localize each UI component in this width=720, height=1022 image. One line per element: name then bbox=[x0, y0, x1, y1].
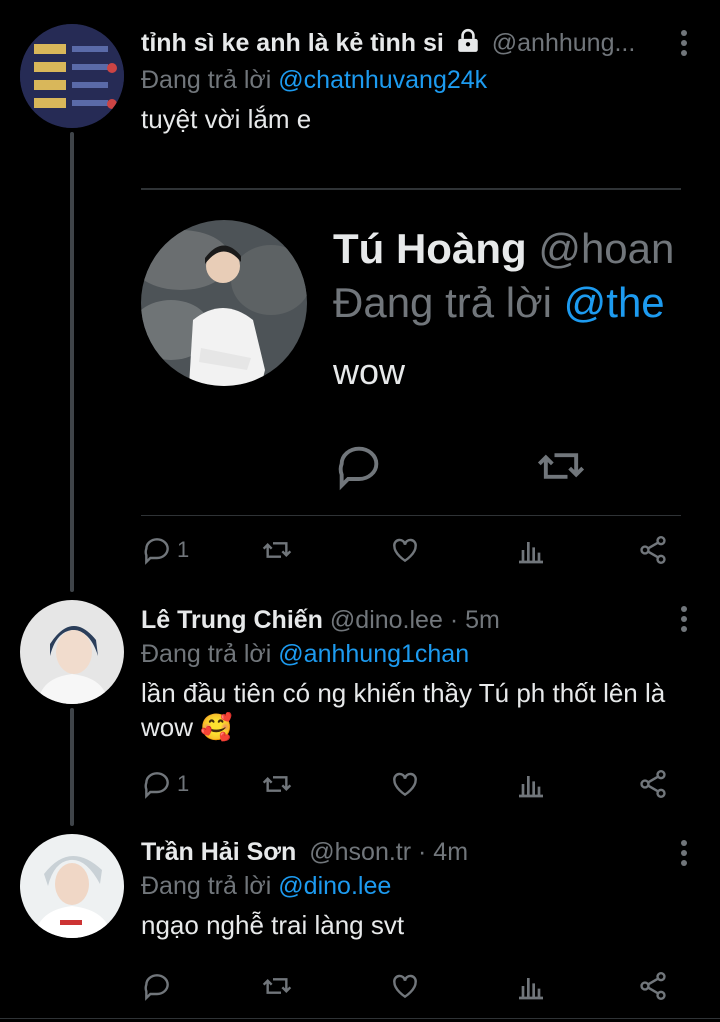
mention-link[interactable]: @anhhung1chan bbox=[278, 640, 469, 668]
avatar[interactable] bbox=[20, 600, 124, 704]
more-icon[interactable] bbox=[680, 840, 688, 870]
divider bbox=[0, 1018, 720, 1019]
like-icon bbox=[393, 538, 417, 563]
replying-to-label: Đang trả lời bbox=[141, 66, 272, 94]
reply-button[interactable]: 1 bbox=[141, 768, 189, 800]
tweet[interactable]: tỉnh sì ke anh là kẻ tình si @anhhung...… bbox=[0, 0, 720, 590]
share-button[interactable] bbox=[637, 768, 669, 800]
reply-button[interactable] bbox=[141, 970, 177, 1002]
like-button[interactable] bbox=[389, 768, 421, 800]
mention-link[interactable]: @chatnhuvang24k bbox=[278, 66, 487, 94]
display-name[interactable]: tỉnh sì ke anh là kẻ tình si bbox=[141, 29, 444, 57]
quoted-handle: @hoan bbox=[538, 225, 675, 272]
quoted-replying-label: Đang trả lời bbox=[333, 279, 552, 326]
user-handle[interactable]: @anhhung... bbox=[492, 29, 636, 57]
share-button[interactable] bbox=[637, 970, 669, 1002]
analytics-button[interactable] bbox=[515, 534, 547, 566]
share-icon bbox=[640, 972, 666, 1000]
avatar[interactable] bbox=[20, 834, 124, 938]
tweet-header: tỉnh sì ke anh là kẻ tình si @anhhung... bbox=[141, 27, 700, 62]
retweet-icon bbox=[533, 440, 589, 497]
avatar[interactable] bbox=[20, 24, 124, 128]
quoted-screenshot[interactable]: Tú Hoàng @hoan Đang trả lời @the wow bbox=[141, 170, 681, 520]
retweet-icon bbox=[262, 978, 292, 994]
replying-to-label: Đang trả lời bbox=[141, 872, 272, 900]
display-name[interactable]: Trần Hải Sơn bbox=[141, 838, 296, 866]
retweet-button[interactable] bbox=[261, 970, 293, 1002]
analytics-icon bbox=[519, 776, 543, 798]
more-icon[interactable] bbox=[680, 30, 688, 60]
like-icon bbox=[393, 772, 417, 797]
lock-icon bbox=[455, 28, 481, 62]
like-button[interactable] bbox=[389, 970, 421, 1002]
analytics-button[interactable] bbox=[515, 768, 547, 800]
tweet-actions bbox=[141, 966, 681, 1006]
quoted-avatar bbox=[141, 220, 307, 386]
tweet-text: tuyệt vời lắm e bbox=[141, 104, 312, 134]
reply-count: 1 bbox=[177, 771, 190, 796]
display-name[interactable]: Lê Trung Chiến bbox=[141, 606, 323, 634]
replying-to: Đang trả lời @anhhung1chan bbox=[141, 638, 700, 670]
replying-to-label: Đang trả lời bbox=[141, 640, 272, 668]
mention-link[interactable]: @dino.lee bbox=[278, 872, 391, 900]
more-icon[interactable] bbox=[680, 606, 688, 636]
quoted-name: Tú Hoàng bbox=[333, 225, 527, 272]
user-handle[interactable]: @hson.tr bbox=[309, 838, 411, 866]
quoted-mention: @the bbox=[563, 279, 665, 326]
reply-count: 1 bbox=[177, 537, 190, 562]
reply-icon bbox=[333, 440, 385, 497]
quoted-actions bbox=[333, 440, 681, 500]
quoted-replying-to: Đang trả lời @the bbox=[333, 278, 665, 328]
analytics-icon bbox=[519, 978, 543, 1000]
tweet-text: ngạo nghễ trai làng svt bbox=[141, 910, 405, 940]
tweet[interactable]: Lê Trung Chiến @dino.lee · 5m Đang trả l… bbox=[0, 590, 720, 822]
replying-to: Đang trả lời @chatnhuvang24k bbox=[141, 64, 700, 96]
quoted-text: wow bbox=[333, 351, 406, 392]
share-icon bbox=[640, 536, 666, 564]
tweet-actions: 1 bbox=[141, 764, 681, 804]
tweet[interactable]: Trần Hải Sơn @hson.tr · 4m Đang trả lời … bbox=[0, 822, 720, 1022]
replying-to: Đang trả lời @dino.lee bbox=[141, 870, 700, 902]
user-handle[interactable]: @dino.lee bbox=[330, 606, 443, 634]
retweet-icon bbox=[262, 776, 292, 792]
share-button[interactable] bbox=[637, 534, 669, 566]
share-icon bbox=[640, 770, 666, 798]
like-button[interactable] bbox=[389, 534, 421, 566]
retweet-button[interactable] bbox=[261, 534, 293, 566]
retweet-icon bbox=[262, 542, 292, 558]
tweet-text: lần đầu tiên có ng khiến thầy Tú ph thốt… bbox=[141, 678, 666, 742]
divider bbox=[141, 188, 681, 190]
reply-icon bbox=[144, 538, 169, 565]
reply-button[interactable]: 1 bbox=[141, 534, 189, 566]
retweet-button[interactable] bbox=[261, 768, 293, 800]
tweet-actions: 1 bbox=[141, 530, 681, 570]
like-icon bbox=[393, 974, 417, 999]
analytics-button[interactable] bbox=[515, 970, 547, 1002]
reply-icon bbox=[144, 772, 169, 799]
timestamp[interactable]: · 4m bbox=[418, 838, 468, 866]
analytics-icon bbox=[519, 542, 543, 564]
tweet-header: Lê Trung Chiến @dino.lee · 5m bbox=[141, 604, 700, 636]
reply-icon bbox=[144, 974, 169, 1001]
tweet-header: Trần Hải Sơn @hson.tr · 4m bbox=[141, 836, 700, 868]
quoted-header: Tú Hoàng @hoan bbox=[333, 224, 674, 274]
timestamp[interactable]: · 5m bbox=[450, 606, 500, 634]
divider bbox=[141, 515, 681, 516]
